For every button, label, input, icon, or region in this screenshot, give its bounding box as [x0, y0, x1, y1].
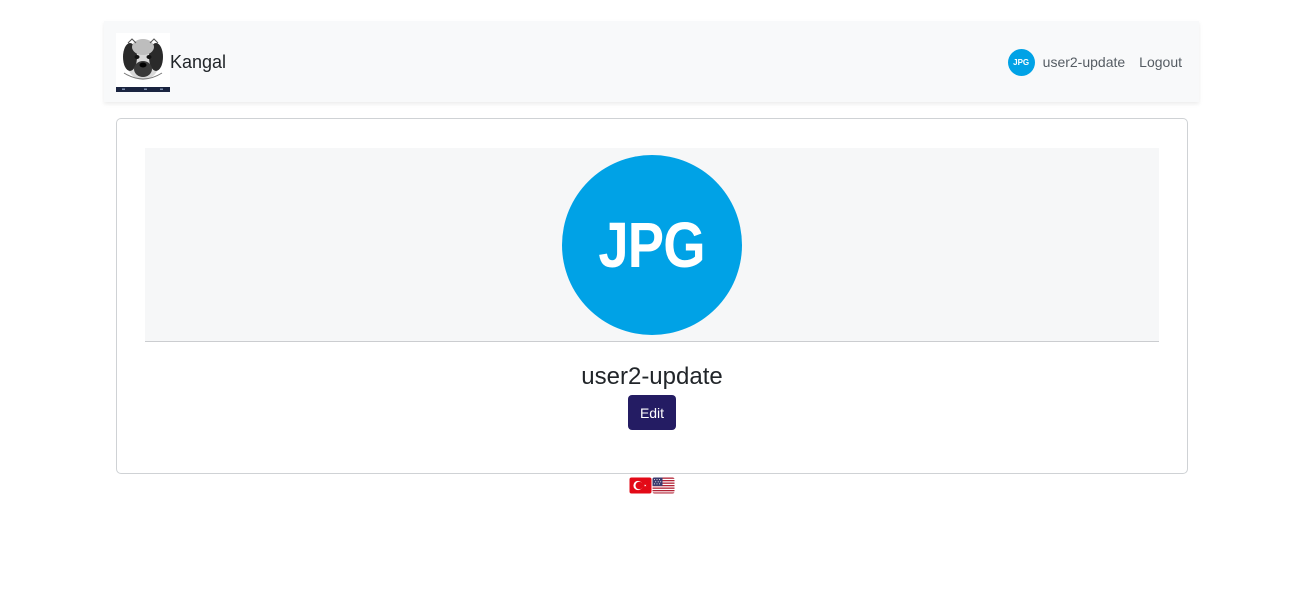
usa-flag-icon[interactable]: [652, 476, 675, 495]
edit-button[interactable]: Edit: [628, 395, 676, 430]
nav-username: user2-update: [1042, 54, 1126, 70]
navbar: Kangal JPG user2-update Logout: [104, 21, 1199, 102]
brand-name: Kangal: [170, 52, 227, 72]
brand-link[interactable]: Kangal: [116, 33, 226, 92]
logout-link[interactable]: Logout: [1139, 54, 1182, 70]
profile-avatar-text: JPG: [598, 209, 706, 281]
profile-card: JPG user2-update Edit: [116, 118, 1188, 474]
profile-username: user2-update: [581, 363, 723, 390]
language-selector: [629, 476, 675, 495]
nav-right: JPG user2-update Logout: [1007, 48, 1182, 76]
user-menu-link[interactable]: JPG user2-update: [1007, 48, 1126, 76]
profile-card-header: JPG: [145, 148, 1159, 342]
profile-card-body: user2-update Edit: [117, 359, 1187, 430]
user-avatar: JPG: [1007, 48, 1035, 76]
turkey-flag-icon[interactable]: [629, 476, 652, 495]
kangal-dog-icon: [116, 33, 170, 92]
profile-avatar: JPG: [562, 155, 742, 335]
